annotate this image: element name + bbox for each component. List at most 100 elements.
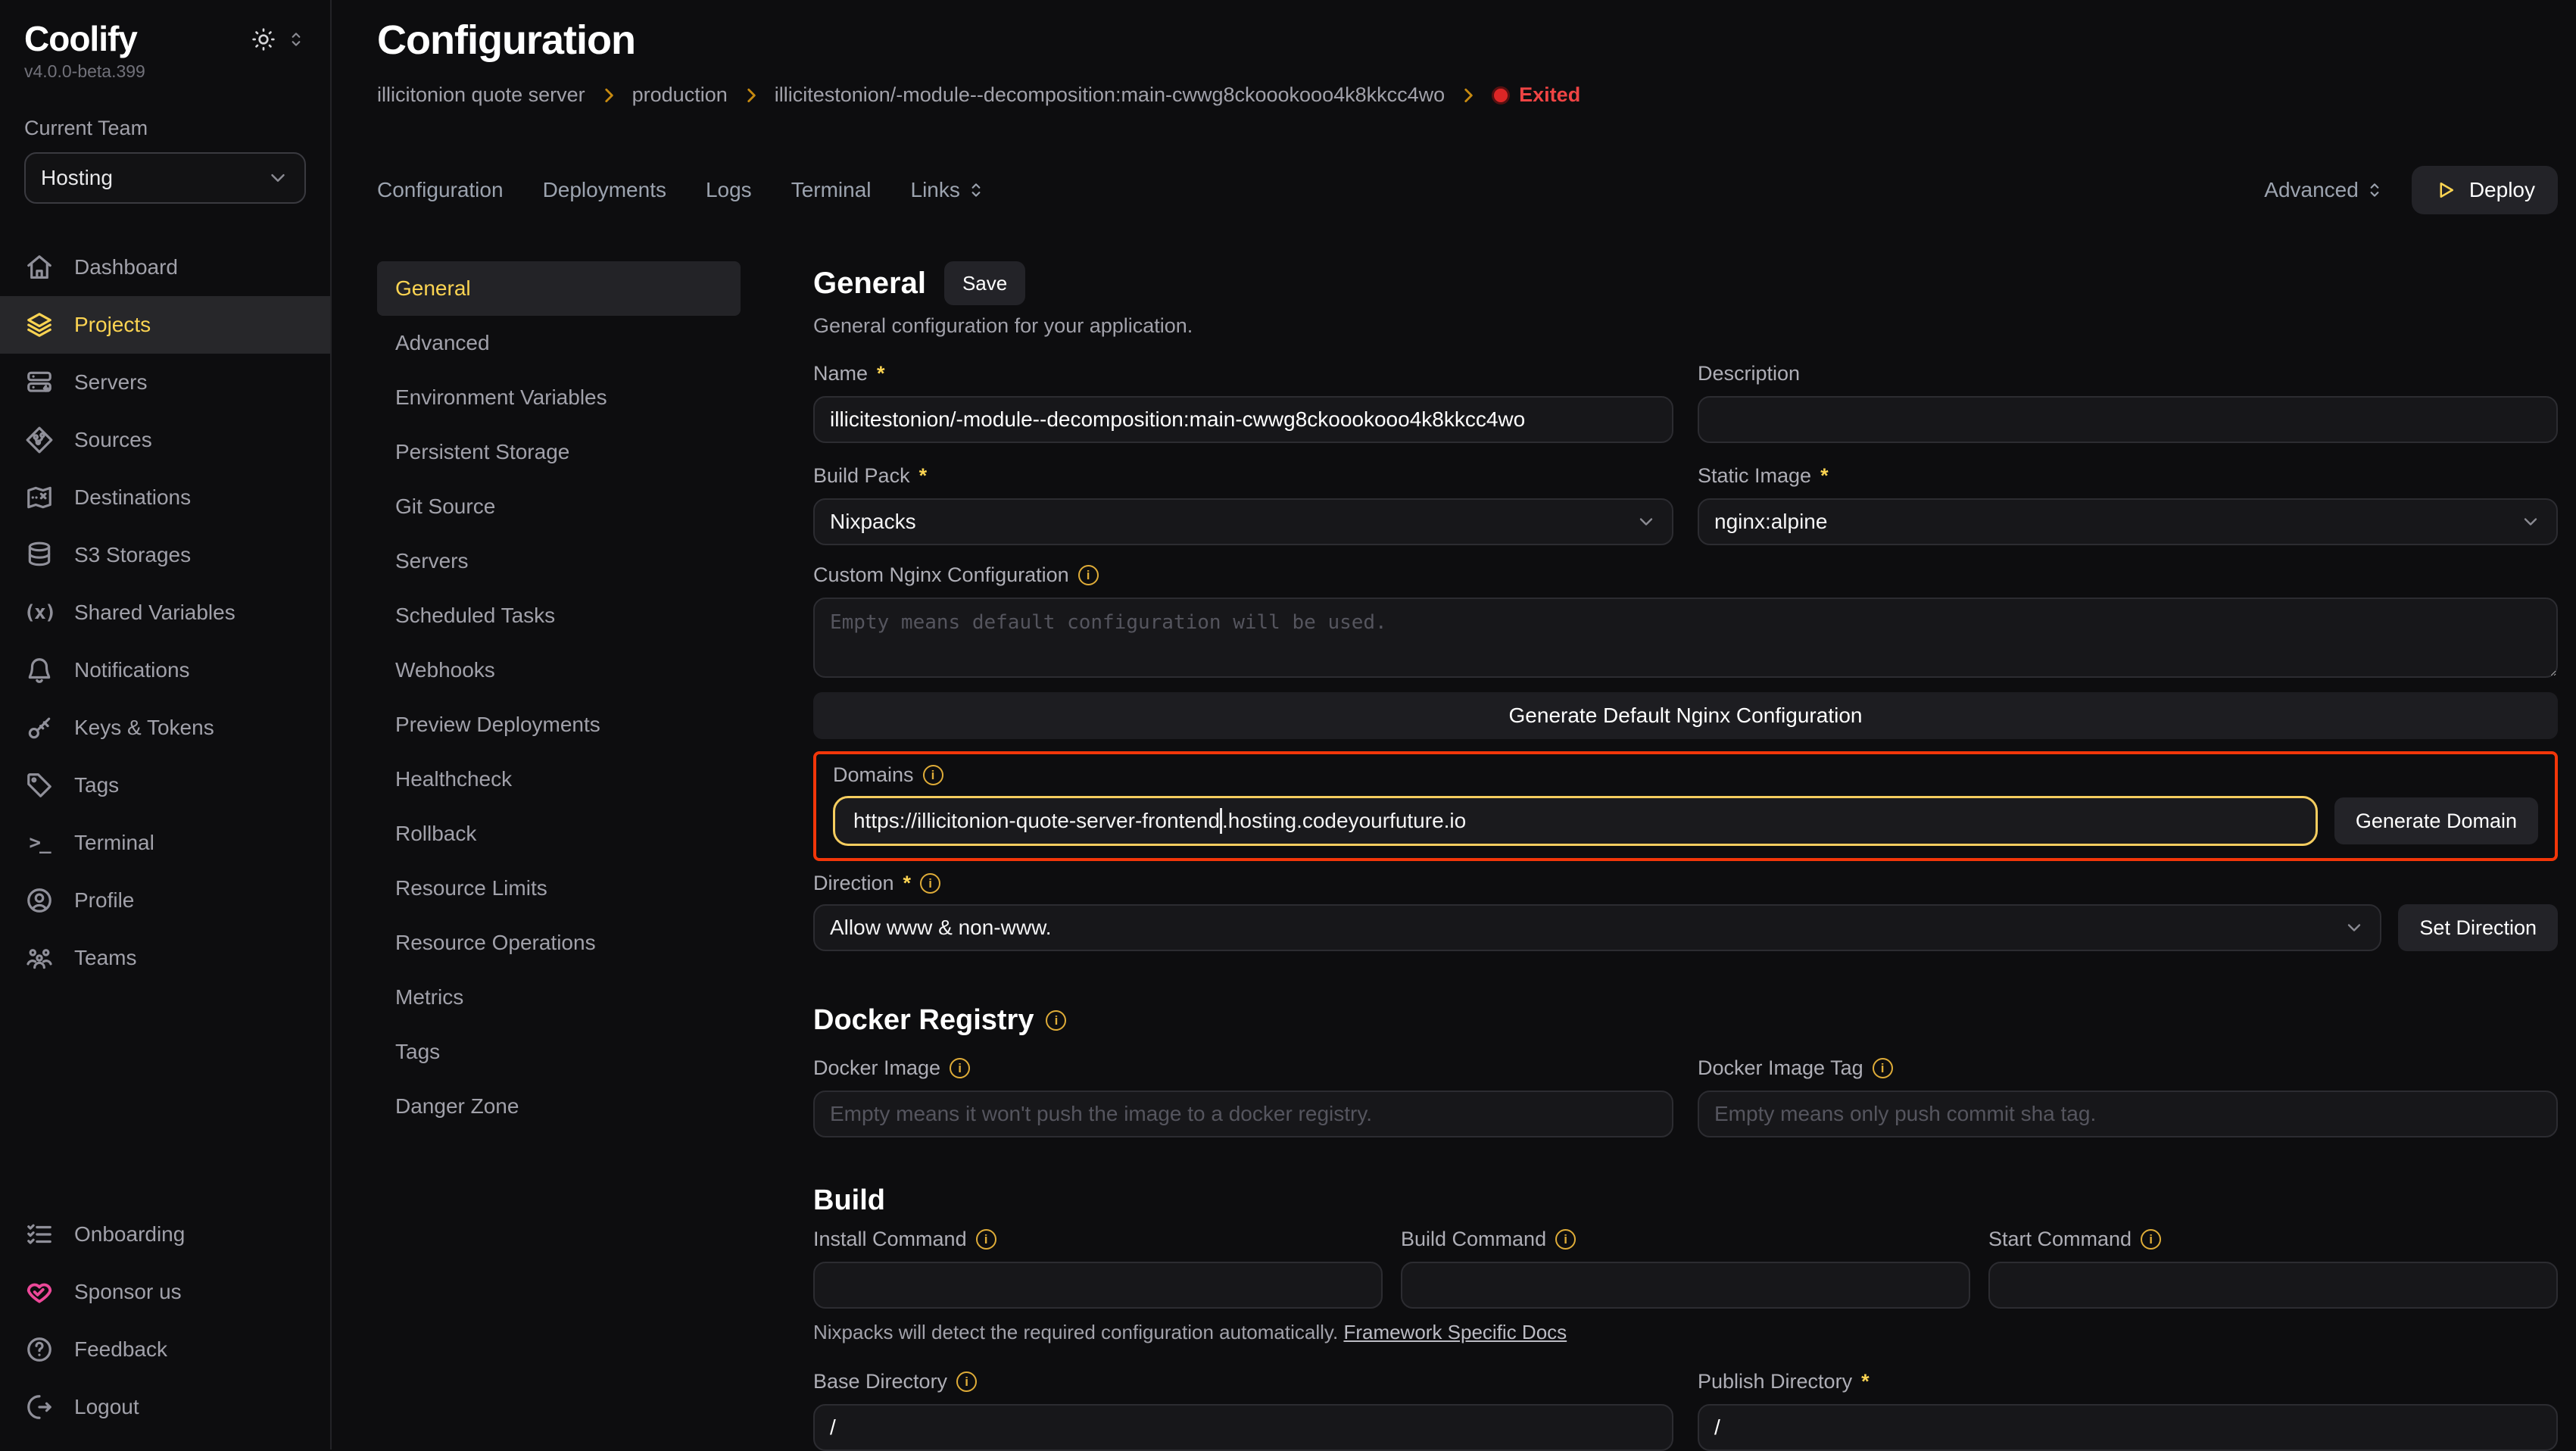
page-title: Configuration — [377, 0, 2558, 64]
sidebar-item-dashboard[interactable]: Dashboard — [0, 239, 330, 296]
tab-deployments[interactable]: Deployments — [543, 178, 666, 202]
sidebar-item-terminal[interactable]: >_ Terminal — [0, 814, 330, 872]
sidebar-item-shared-variables[interactable]: (x) Shared Variables — [0, 584, 330, 641]
build-command-label: Build Command i — [1401, 1228, 1970, 1251]
install-command-field: Install Command i — [813, 1228, 1383, 1309]
subnav-item-advanced[interactable]: Advanced — [377, 316, 741, 370]
sidebar-item-feedback[interactable]: Feedback — [0, 1321, 330, 1378]
tab-logs[interactable]: Logs — [706, 178, 752, 202]
info-icon[interactable]: i — [976, 1229, 996, 1250]
breadcrumb: illicitonion quote server production ill… — [377, 83, 2558, 107]
set-direction-button[interactable]: Set Direction — [2398, 904, 2558, 951]
docker-image-input[interactable] — [813, 1091, 1673, 1137]
info-icon[interactable]: i — [1046, 1010, 1066, 1031]
info-icon[interactable]: i — [2141, 1229, 2161, 1250]
install-command-input[interactable] — [813, 1262, 1383, 1309]
description-input[interactable] — [1698, 396, 2558, 443]
status-badge: Exited — [1492, 83, 1580, 107]
info-icon[interactable]: i — [956, 1371, 977, 1392]
subnav-item-metrics[interactable]: Metrics — [377, 970, 741, 1025]
build-heading: Build — [813, 1184, 2558, 1217]
sidebar-item-servers[interactable]: Servers — [0, 354, 330, 411]
sidebar-item-projects[interactable]: Projects — [0, 296, 330, 354]
chevrons-up-down-icon — [2365, 180, 2384, 200]
team-select[interactable]: Hosting — [24, 152, 306, 204]
domains-input[interactable]: https://illicitonion-quote-server-fronte… — [833, 796, 2318, 846]
sidebar-item-profile[interactable]: Profile — [0, 872, 330, 929]
build-pack-label: Build Pack* — [813, 464, 1673, 488]
info-icon[interactable]: i — [923, 765, 943, 785]
base-directory-input[interactable] — [813, 1404, 1673, 1451]
subnav-item-tags[interactable]: Tags — [377, 1025, 741, 1079]
sidebar-item-s3-storages[interactable]: S3 Storages — [0, 526, 330, 584]
static-image-select[interactable]: nginx:alpine — [1698, 498, 2558, 545]
chevron-down-icon — [267, 167, 289, 189]
home-icon — [24, 253, 55, 282]
subnav-item-persistent-storage[interactable]: Persistent Storage — [377, 425, 741, 479]
domains-highlight-box: Domains i https://illicitonion-quote-ser… — [813, 751, 2558, 861]
docker-image-tag-label: Docker Image Tag i — [1698, 1056, 2558, 1080]
docker-image-label: Docker Image i — [813, 1056, 1673, 1080]
chevron-right-icon — [599, 86, 619, 105]
breadcrumb-project[interactable]: illicitonion quote server — [377, 83, 585, 107]
sidebar-item-logout[interactable]: Logout — [0, 1378, 330, 1436]
tab-terminal[interactable]: Terminal — [791, 178, 872, 202]
sidebar-item-destinations[interactable]: Destinations — [0, 469, 330, 526]
sidebar-item-notifications[interactable]: Notifications — [0, 641, 330, 699]
custom-nginx-textarea[interactable] — [813, 598, 2558, 678]
instance-switcher-chevrons-icon[interactable] — [286, 30, 306, 49]
sidebar-item-teams[interactable]: Teams — [0, 929, 330, 987]
info-icon[interactable]: i — [1078, 565, 1099, 585]
direction-select[interactable]: Allow www & non-www. — [813, 904, 2381, 951]
tab-links[interactable]: Links — [911, 178, 986, 202]
subnav-item-webhooks[interactable]: Webhooks — [377, 643, 741, 697]
start-command-input[interactable] — [1988, 1262, 2558, 1309]
subnav-item-servers[interactable]: Servers — [377, 534, 741, 588]
generate-domain-button[interactable]: Generate Domain — [2334, 797, 2538, 844]
theme-toggle-sun-icon[interactable] — [251, 27, 276, 51]
framework-docs-link[interactable]: Framework Specific Docs — [1343, 1321, 1567, 1343]
subnav-item-git-source[interactable]: Git Source — [377, 479, 741, 534]
publish-directory-input[interactable] — [1698, 1404, 2558, 1451]
name-label: Name* — [813, 362, 1673, 385]
subnav-item-resource-limits[interactable]: Resource Limits — [377, 861, 741, 916]
subnav-item-scheduled-tasks[interactable]: Scheduled Tasks — [377, 588, 741, 643]
subnav-item-healthcheck[interactable]: Healthcheck — [377, 752, 741, 807]
subnav-item-preview-deployments[interactable]: Preview Deployments — [377, 697, 741, 752]
docker-image-tag-input[interactable] — [1698, 1091, 2558, 1137]
subnav-item-danger-zone[interactable]: Danger Zone — [377, 1079, 741, 1134]
subnav-item-environment-variables[interactable]: Environment Variables — [377, 370, 741, 425]
checklist-icon — [24, 1220, 55, 1249]
subnav-item-rollback[interactable]: Rollback — [377, 807, 741, 861]
install-command-label: Install Command i — [813, 1228, 1383, 1251]
advanced-toggle[interactable]: Advanced — [2264, 178, 2384, 202]
breadcrumb-application[interactable]: illicitestonion/-module--decomposition:m… — [775, 83, 1445, 107]
generate-nginx-button[interactable]: Generate Default Nginx Configuration — [813, 692, 2558, 739]
tab-configuration[interactable]: Configuration — [377, 178, 504, 202]
sidebar-item-keys-tokens[interactable]: Keys & Tokens — [0, 699, 330, 757]
tag-icon — [24, 771, 55, 800]
breadcrumb-environment[interactable]: production — [632, 83, 728, 107]
sidebar-item-onboarding[interactable]: Onboarding — [0, 1206, 330, 1263]
subnav-item-resource-operations[interactable]: Resource Operations — [377, 916, 741, 970]
build-pack-select[interactable]: Nixpacks — [813, 498, 1673, 545]
users-icon — [24, 944, 55, 972]
info-icon[interactable]: i — [950, 1058, 970, 1078]
description-label: Description — [1698, 362, 2558, 385]
build-command-input[interactable] — [1401, 1262, 1970, 1309]
info-icon[interactable]: i — [1555, 1229, 1576, 1250]
required-asterisk: * — [919, 464, 928, 488]
info-icon[interactable]: i — [1873, 1058, 1893, 1078]
sidebar-item-tags[interactable]: Tags — [0, 757, 330, 814]
save-button[interactable]: Save — [944, 261, 1025, 305]
sidebar-item-sources[interactable]: Sources — [0, 411, 330, 469]
subnav-item-general[interactable]: General — [377, 261, 741, 316]
git-source-icon — [24, 426, 55, 454]
tab-bar: Configuration Deployments Logs Terminal … — [377, 166, 2558, 214]
info-icon[interactable]: i — [920, 873, 940, 894]
custom-nginx-field: Custom Nginx Configuration i — [813, 563, 2558, 683]
sidebar-item-sponsor-us[interactable]: Sponsor us — [0, 1263, 330, 1321]
play-icon — [2434, 179, 2457, 201]
name-input[interactable] — [813, 396, 1673, 443]
deploy-button[interactable]: Deploy — [2412, 166, 2558, 214]
